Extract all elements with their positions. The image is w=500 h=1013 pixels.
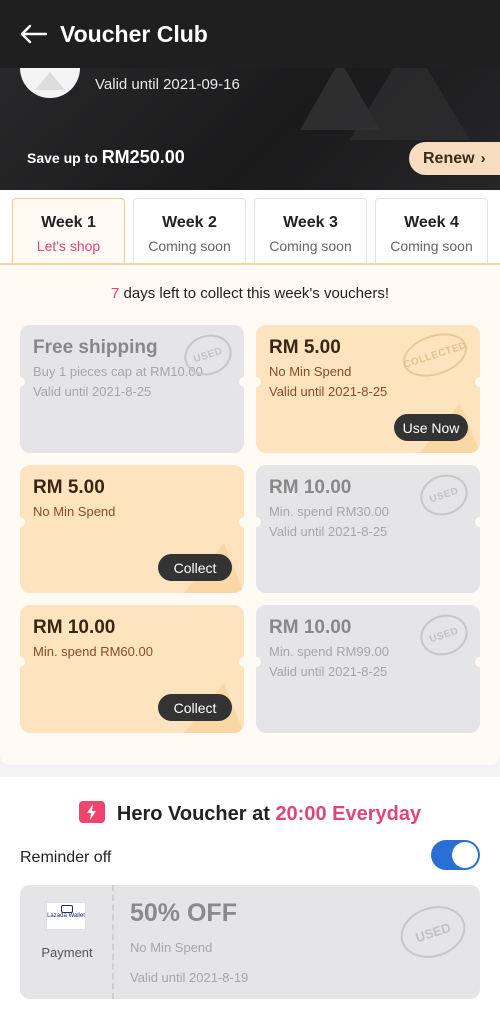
voucher-card: RM 10.00 Min. spend RM99.00 Valid until … (256, 605, 480, 733)
week-tabs: Week 1 Let's shop Week 2 Coming soon Wee… (0, 190, 500, 265)
tab-status: Coming soon (390, 238, 473, 254)
tab-week-4[interactable]: Week 4 Coming soon (375, 198, 488, 263)
voucher-card: RM 10.00 Min. spend RM30.00 Valid until … (256, 465, 480, 593)
voucher-card: Free shipping Buy 1 pieces cap at RM10.0… (20, 325, 244, 453)
voucher-title: RM 10.00 (33, 617, 116, 638)
tab-status: Coming soon (148, 238, 231, 254)
voucher-stub: Lazada Wallet Payment (20, 885, 114, 999)
days-left-label: days left to collect this week's voucher… (123, 285, 389, 302)
save-amount: RM250.00 (101, 147, 185, 167)
reminder-toggle[interactable] (431, 840, 480, 870)
hero-title: Hero Voucher at 20:00 Everyday (0, 801, 500, 826)
voucher-details: 50% OFF No Min Spend Valid until 2021-8-… (130, 899, 248, 988)
lightning-ticket-icon (78, 801, 105, 823)
voucher-validity: Valid until 2021-8-19 (130, 970, 249, 985)
days-left-count: 7 (111, 285, 120, 302)
membership-valid-until: Valid until 2021-09-16 (95, 76, 240, 93)
renew-label: Renew (423, 149, 475, 167)
tab-label: Week 4 (404, 214, 459, 231)
tab-label: Week 1 (41, 214, 96, 231)
days-left-text: 7 days left to collect this week's vouch… (0, 285, 500, 302)
voucher-validity: Valid until 2021-8-25 (269, 384, 388, 399)
voucher-panel: 7 days left to collect this week's vouch… (0, 265, 500, 765)
page-title: Voucher Club (60, 20, 208, 47)
voucher-validity: Valid until 2021-8-25 (33, 384, 152, 399)
renew-button[interactable]: Renew › (409, 142, 500, 175)
hero-voucher-card: Lazada Wallet Payment 50% OFF No Min Spe… (20, 885, 480, 999)
chevron-right-icon: › (480, 150, 486, 167)
tab-label: Week 2 (162, 214, 217, 231)
back-arrow-icon[interactable] (18, 19, 48, 49)
toggle-knob (452, 842, 478, 868)
reminder-label: Reminder off (20, 849, 112, 866)
save-up-to: Save up to RM250.00 (27, 147, 185, 168)
voucher-title: RM 5.00 (33, 477, 105, 498)
used-stamp: USED (393, 898, 473, 966)
save-prefix: Save up to (27, 150, 98, 166)
tab-week-3[interactable]: Week 3 Coming soon (254, 198, 367, 263)
hero-title-time: 20:00 Everyday (275, 803, 422, 825)
voucher-validity: Valid until 2021-8-25 (269, 664, 388, 679)
voucher-title: 50% OFF (130, 899, 237, 927)
lazada-wallet-logo: Lazada Wallet (46, 902, 86, 930)
voucher-validity: Valid until 2021-8-25 (269, 524, 388, 539)
hero-title-prefix: Hero Voucher at (116, 803, 270, 825)
tab-status: Coming soon (269, 238, 352, 254)
top-bar: Voucher Club (0, 0, 500, 68)
tab-label: Week 3 (283, 214, 338, 231)
tab-week-2[interactable]: Week 2 Coming soon (133, 198, 246, 263)
tab-week-1[interactable]: Week 1 Let's shop (12, 198, 125, 263)
use-now-button[interactable]: Use Now (394, 414, 468, 441)
collect-button[interactable]: Collect (158, 694, 232, 721)
voucher-condition: No Min Spend (33, 504, 116, 519)
voucher-condition: Min. spend RM60.00 (33, 644, 153, 659)
voucher-card: RM 5.00 No Min Spend Collect (20, 465, 244, 593)
voucher-card: RM 5.00 No Min Spend Valid until 2021-8-… (256, 325, 480, 453)
tab-status: Let's shop (36, 238, 101, 254)
wallet-icon (61, 905, 73, 913)
payment-method-label: Payment (41, 945, 93, 960)
collect-button[interactable]: Collect (158, 554, 232, 581)
hero-voucher-section: Hero Voucher at 20:00 Everyday Reminder … (0, 777, 500, 1013)
voucher-condition: No Min Spend (130, 940, 213, 955)
voucher-card: RM 10.00 Min. spend RM60.00 Collect (20, 605, 244, 733)
